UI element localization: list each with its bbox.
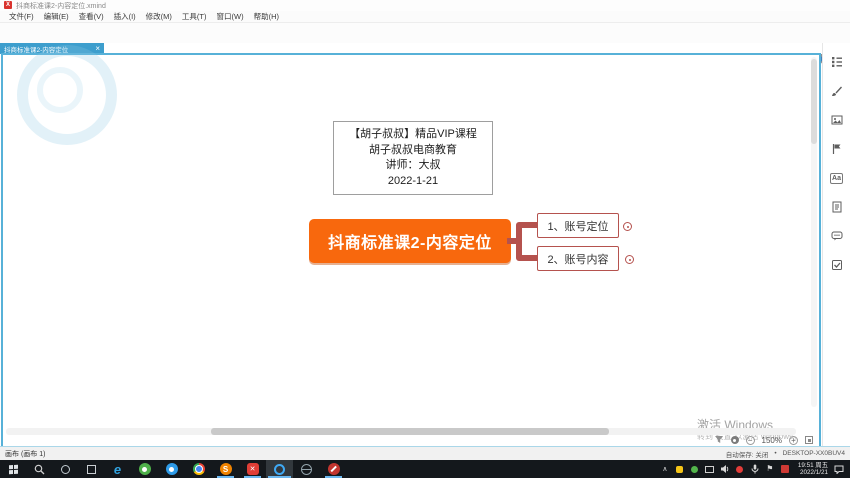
label-text-icon[interactable]: Aa	[830, 171, 844, 185]
menu-bar: 文件(F) 编辑(E) 查看(V) 插入(I) 修改(M) 工具(T) 窗口(W…	[0, 11, 850, 23]
darkred-app-icon	[328, 463, 340, 475]
task-view-icon[interactable]	[78, 460, 104, 478]
central-topic-label: 抖商标准课2-内容定位	[328, 229, 492, 253]
tab-close-icon[interactable]: ×	[95, 45, 100, 53]
menu-insert[interactable]: 插入(I)	[109, 11, 141, 22]
app-icon: X	[4, 1, 12, 9]
menu-modify[interactable]: 修改(M)	[141, 11, 177, 22]
cortana-icon[interactable]	[52, 460, 78, 478]
window-title: 抖商标准课2-内容定位.xmind	[16, 1, 106, 11]
aa-glyph: Aa	[830, 173, 843, 184]
taskbar-app-green[interactable]	[131, 460, 158, 478]
vertical-scrollbar	[811, 57, 817, 407]
zoom-controls: − 150% +	[714, 435, 813, 445]
chrome-icon	[193, 463, 205, 475]
taskbar-app-edge[interactable]: e	[104, 460, 131, 478]
branch-label: 1、账号定位	[547, 218, 608, 234]
taskbar-app-darkred[interactable]	[320, 460, 347, 478]
blue-app-icon	[166, 463, 178, 475]
clock-date: 2022/1/21	[800, 469, 828, 476]
branch-topic-2[interactable]: 2、账号内容	[537, 246, 619, 271]
sheet-tab[interactable]: 画布 (画布 1)	[5, 449, 45, 459]
ring-shape	[61, 465, 70, 474]
edge-icon: e	[114, 463, 121, 476]
taskbar-search-icon[interactable]	[26, 460, 52, 478]
taskbar-app-chrome[interactable]	[185, 460, 212, 478]
expand-toggle-icon[interactable]	[623, 222, 632, 231]
system-tray: ∧ ⚑	[660, 460, 794, 478]
zoom-in-icon[interactable]: +	[789, 436, 798, 445]
chevron-glyph: ∧	[662, 465, 667, 473]
taskbar-app-red[interactable]: ✕	[239, 460, 266, 478]
marker-flag-icon[interactable]	[830, 142, 844, 156]
note-line: 胡子叔叔电商教育	[338, 143, 488, 159]
note-line: 讲师：大叔	[338, 158, 488, 174]
tray-red-icon[interactable]	[735, 460, 745, 478]
taskbar-app-globe[interactable]	[293, 460, 320, 478]
windows-logo-icon	[9, 464, 18, 473]
green-app-icon	[139, 463, 151, 475]
floating-note-topic[interactable]: 【胡子叔叔】精品VIP课程 胡子叔叔电商教育 讲师：大叔 2022-1-21	[333, 121, 493, 195]
taskbar-app-sogou[interactable]: S	[212, 460, 239, 478]
tray-microphone-icon[interactable]	[750, 460, 760, 478]
expand-toggle-icon[interactable]	[625, 255, 634, 264]
horizontal-scrollbar-thumb[interactable]	[211, 428, 609, 435]
horizontal-scrollbar	[6, 428, 796, 435]
comment-icon[interactable]	[830, 229, 844, 243]
menu-window[interactable]: 窗口(W)	[212, 11, 249, 22]
mindmap-canvas[interactable]: 【胡子叔叔】精品VIP课程 胡子叔叔电商教育 讲师：大叔 2022-1-21 抖…	[1, 53, 821, 448]
active-app-icon	[274, 464, 285, 475]
branch-connector	[507, 212, 539, 268]
autosave-status: 自动保存: 关闭	[726, 449, 769, 459]
device-name: DESKTOP-XX0BUV4	[783, 450, 845, 457]
taskbar-app-blue[interactable]	[158, 460, 185, 478]
vertical-scrollbar-thumb[interactable]	[811, 59, 817, 144]
tray-redsquare-icon[interactable]	[780, 460, 790, 478]
app-window: X 抖商标准课2-内容定位.xmind 文件(F) 编辑(E) 查看(V) 插入…	[0, 0, 850, 478]
red-app-icon: ✕	[247, 463, 259, 475]
status-separator: •	[774, 450, 776, 457]
start-button[interactable]	[0, 460, 26, 478]
menu-tools[interactable]: 工具(T)	[177, 11, 212, 22]
right-sidebar: Aa	[822, 43, 850, 446]
branch-topic-1[interactable]: 1、账号定位	[537, 213, 619, 238]
notes-icon[interactable]	[830, 200, 844, 214]
taskbar: e S ✕ ∧ ⚑ 19:51 周五 2022/1/21	[0, 460, 850, 478]
overview-icon[interactable]	[731, 436, 739, 444]
zoom-level: 150%	[762, 436, 782, 445]
tray-yellow-icon[interactable]	[675, 460, 685, 478]
zoom-out-icon[interactable]: −	[746, 436, 755, 445]
tray-chevron-up-icon[interactable]: ∧	[660, 460, 670, 478]
canvas-watermark-logo-inner	[37, 67, 83, 113]
menu-file[interactable]: 文件(F)	[4, 11, 39, 22]
style-brush-icon[interactable]	[830, 84, 844, 98]
tray-flag-icon[interactable]: ⚑	[765, 460, 775, 478]
note-line: 2022-1-21	[338, 174, 488, 190]
status-bar: 画布 (画布 1) 自动保存: 关闭 • DESKTOP-XX0BUV4	[0, 446, 850, 460]
taskbar-clock[interactable]: 19:51 周五 2022/1/21	[798, 460, 828, 478]
clock-time: 19:51 周五	[798, 462, 828, 469]
fit-map-icon[interactable]	[805, 436, 813, 444]
menu-help[interactable]: 帮助(H)	[249, 11, 284, 22]
toolbar: ↶ ↷ ▾ ⇄ } ••• ▾ ▾	[0, 23, 850, 44]
task-checkbox-icon[interactable]	[830, 258, 844, 272]
tray-display-icon[interactable]	[705, 460, 715, 478]
branch-label: 2、账号内容	[547, 251, 608, 267]
central-topic[interactable]: 抖商标准课2-内容定位	[309, 219, 511, 263]
menu-edit[interactable]: 编辑(E)	[39, 11, 74, 22]
menu-view[interactable]: 查看(V)	[74, 11, 109, 22]
image-icon[interactable]	[830, 113, 844, 127]
outline-structure-icon[interactable]	[830, 55, 844, 69]
tray-volume-icon[interactable]	[720, 460, 730, 478]
tray-green-icon[interactable]	[690, 460, 700, 478]
square-shape	[87, 465, 96, 474]
notification-center-icon[interactable]	[832, 460, 850, 478]
globe-app-icon	[301, 464, 312, 475]
taskbar-app-xmind-active[interactable]	[266, 460, 293, 478]
note-line: 【胡子叔叔】精品VIP课程	[338, 127, 488, 143]
orange-app-icon: S	[220, 463, 232, 475]
